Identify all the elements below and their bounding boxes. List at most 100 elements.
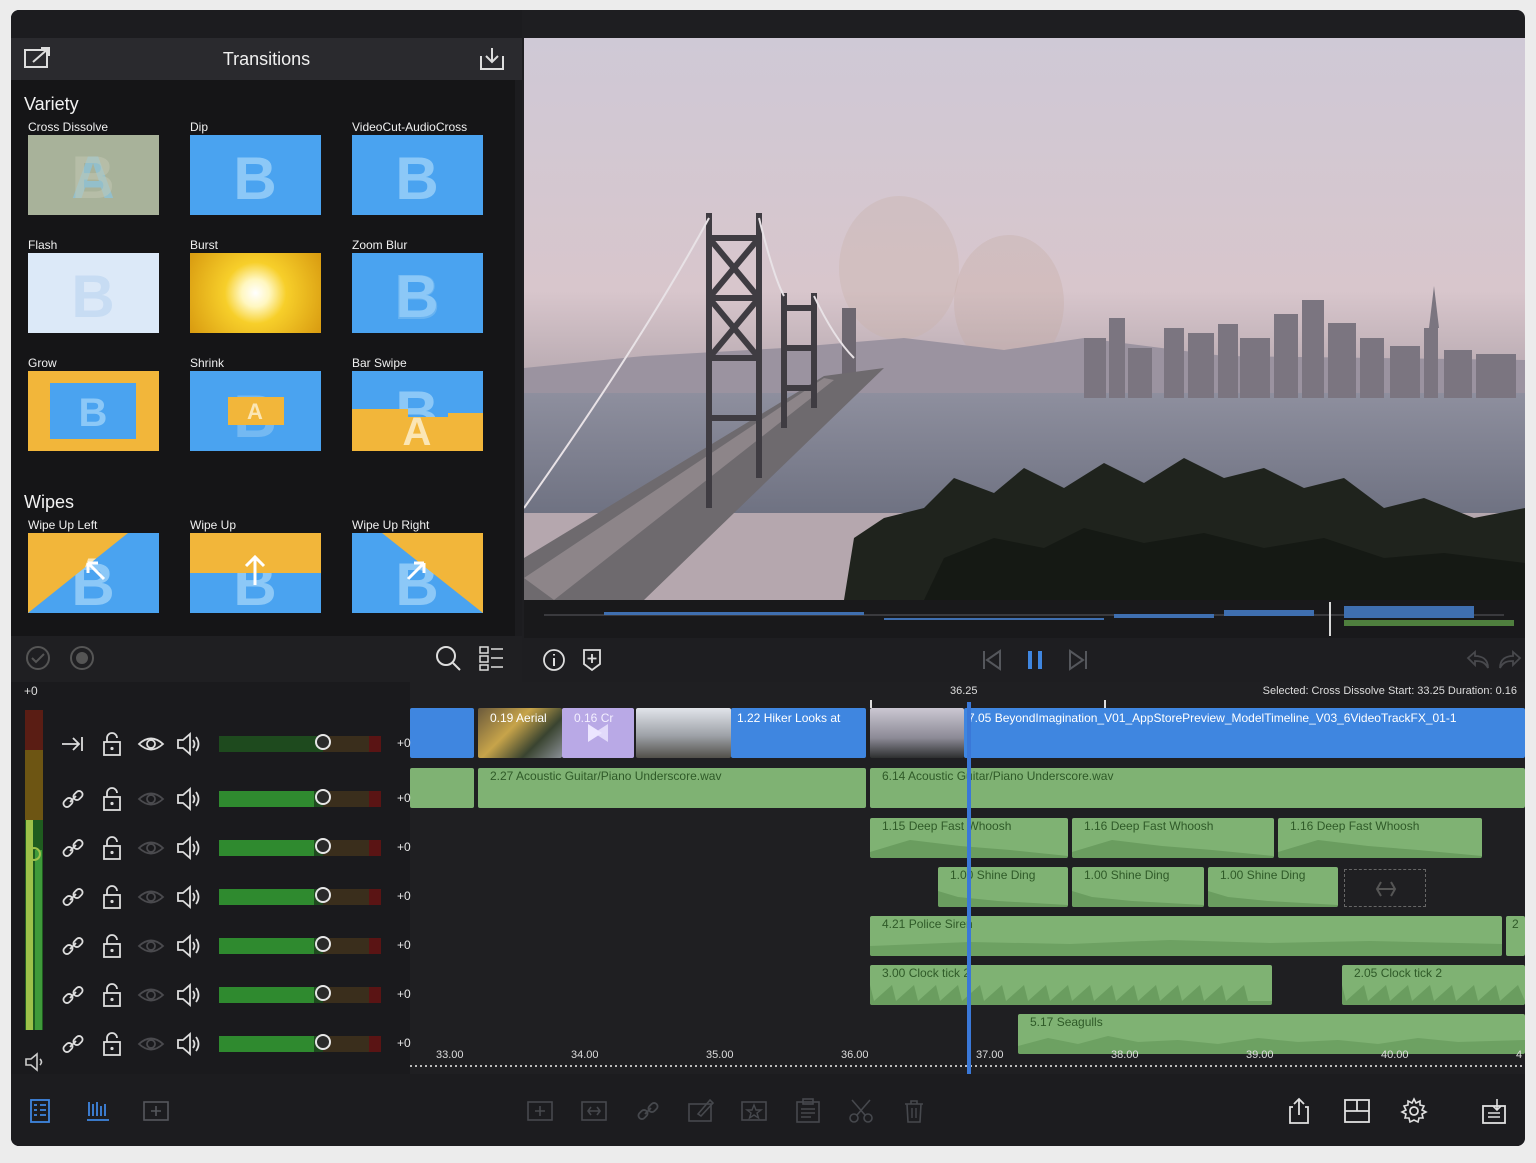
scissors-icon[interactable] xyxy=(846,1096,876,1126)
audio-clip-shine-ding-2[interactable]: 1.00 Shine Ding xyxy=(1072,867,1204,907)
track-list-icon[interactable] xyxy=(25,1096,55,1126)
empty-clip-slot[interactable] xyxy=(1344,869,1426,907)
video-clip-thumbnail[interactable] xyxy=(636,708,731,758)
fader-knob[interactable] xyxy=(315,838,331,854)
video-clip-bridge-thumbnail[interactable] xyxy=(870,708,964,758)
transition-clip-cross-dissolve[interactable]: 0.16 Cr xyxy=(562,708,634,758)
transition-videocut-audiocross[interactable]: VideoCut-AudioCross B xyxy=(352,120,484,215)
visibility-eye-icon[interactable] xyxy=(137,1030,165,1058)
layout-icon[interactable] xyxy=(1342,1096,1372,1126)
speaker-icon[interactable] xyxy=(175,730,203,758)
visibility-eye-icon[interactable] xyxy=(137,730,165,758)
pause-icon[interactable] xyxy=(1021,646,1049,674)
transition-cross-dissolve[interactable]: Cross Dissolve AB xyxy=(28,120,160,215)
audio-clip-police-siren-2[interactable]: 2 xyxy=(1506,916,1525,956)
visibility-eye-icon[interactable] xyxy=(137,785,165,813)
fader-knob[interactable] xyxy=(315,985,331,1001)
audio-clip-whoosh-2[interactable]: 1.16 Deep Fast Whoosh xyxy=(1072,818,1274,858)
visibility-eye-icon[interactable] xyxy=(137,932,165,960)
master-speaker-icon[interactable] xyxy=(23,1050,47,1074)
video-clip-hiker[interactable]: 1.22 Hiker Looks at xyxy=(731,708,866,758)
trash-icon[interactable] xyxy=(899,1096,929,1126)
volume-fader[interactable] xyxy=(219,1034,381,1052)
add-track-icon[interactable] xyxy=(141,1096,171,1126)
redo-icon[interactable] xyxy=(1496,646,1524,674)
link-icon[interactable] xyxy=(59,1030,87,1058)
audio-clip-shine-ding-1[interactable]: 1.00 Shine Ding xyxy=(938,867,1068,907)
favorite-clip-icon[interactable] xyxy=(739,1096,769,1126)
share-export-icon[interactable] xyxy=(1284,1096,1314,1126)
fader-knob[interactable] xyxy=(315,734,331,750)
import-icon[interactable] xyxy=(477,46,507,72)
add-clip-icon[interactable] xyxy=(525,1096,555,1126)
speaker-icon[interactable] xyxy=(175,981,203,1009)
transition-burst[interactable]: Burst xyxy=(190,238,322,333)
lock-icon[interactable] xyxy=(98,883,126,911)
settings-gear-icon[interactable] xyxy=(1399,1096,1429,1126)
video-clip-aerial[interactable]: 0.19 Aerial xyxy=(478,708,562,758)
volume-fader[interactable] xyxy=(219,734,381,752)
speaker-icon[interactable] xyxy=(175,883,203,911)
speaker-icon[interactable] xyxy=(175,932,203,960)
apply-checkmark-icon[interactable] xyxy=(24,644,52,672)
link-icon[interactable] xyxy=(59,785,87,813)
audio-clip-whoosh-3[interactable]: 1.16 Deep Fast Whoosh xyxy=(1278,818,1482,858)
search-icon[interactable] xyxy=(434,644,462,672)
playhead[interactable] xyxy=(967,702,971,1074)
lock-icon[interactable] xyxy=(98,1030,126,1058)
video-clip[interactable] xyxy=(410,708,474,758)
grid-view-icon[interactable] xyxy=(477,644,505,672)
link-icon[interactable] xyxy=(633,1096,663,1126)
audio-clip-acoustic-guitar-1[interactable]: 2.27 Acoustic Guitar/Piano Underscore.wa… xyxy=(478,768,866,808)
visibility-eye-icon[interactable] xyxy=(137,883,165,911)
volume-fader[interactable] xyxy=(219,985,381,1003)
speaker-icon[interactable] xyxy=(175,1030,203,1058)
link-icon[interactable] xyxy=(59,834,87,862)
volume-fader[interactable] xyxy=(219,838,381,856)
transition-wipe-up-right[interactable]: Wipe Up Right B xyxy=(352,518,484,613)
transition-flash[interactable]: Flash B xyxy=(28,238,160,333)
audio-clip-clock-tick-2[interactable]: 2.05 Clock tick 2 xyxy=(1342,965,1525,1005)
volume-fader[interactable] xyxy=(219,887,381,905)
timeline-overview-scrubber[interactable] xyxy=(524,600,1525,638)
insert-transition-icon[interactable] xyxy=(579,1096,609,1126)
waveform-view-icon[interactable] xyxy=(83,1096,113,1126)
link-icon[interactable] xyxy=(59,981,87,1009)
transition-shrink[interactable]: Shrink BA xyxy=(190,356,322,451)
record-icon[interactable] xyxy=(68,644,96,672)
lock-icon[interactable] xyxy=(98,932,126,960)
skip-back-icon[interactable] xyxy=(978,646,1006,674)
edit-clip-icon[interactable] xyxy=(686,1096,716,1126)
transition-zoom-blur[interactable]: Zoom Blur BB xyxy=(352,238,484,333)
transition-wipe-up[interactable]: Wipe Up B xyxy=(190,518,322,613)
lock-icon[interactable] xyxy=(98,834,126,862)
transition-dip[interactable]: Dip B xyxy=(190,120,322,215)
video-preview[interactable] xyxy=(524,38,1525,600)
fader-knob[interactable] xyxy=(315,936,331,952)
lock-icon[interactable] xyxy=(98,785,126,813)
fader-knob[interactable] xyxy=(315,1034,331,1050)
visibility-eye-icon[interactable] xyxy=(137,834,165,862)
audio-clip-clock-tick-1[interactable]: 3.00 Clock tick 2 xyxy=(870,965,1272,1005)
speaker-icon[interactable] xyxy=(175,785,203,813)
add-marker-icon[interactable] xyxy=(578,646,606,674)
transition-wipe-up-left[interactable]: Wipe Up Left BA xyxy=(28,518,160,613)
transition-bar-swipe[interactable]: Bar Swipe BA xyxy=(352,356,484,451)
speaker-icon[interactable] xyxy=(175,834,203,862)
timeline-tracks[interactable]: 36.25 Selected: Cross Dissolve Start: 33… xyxy=(410,682,1525,1074)
volume-fader[interactable] xyxy=(219,936,381,954)
audio-clip[interactable] xyxy=(410,768,474,808)
volume-fader[interactable] xyxy=(219,789,381,807)
info-icon[interactable] xyxy=(540,646,568,674)
audio-clip-police-siren[interactable]: 4.21 Police Siren xyxy=(870,916,1502,956)
lock-icon[interactable] xyxy=(98,981,126,1009)
audio-clip-shine-ding-3[interactable]: 1.00 Shine Ding xyxy=(1208,867,1338,907)
link-icon[interactable] xyxy=(59,932,87,960)
project-export-icon[interactable] xyxy=(1479,1096,1509,1126)
undo-icon[interactable] xyxy=(1464,646,1492,674)
link-icon[interactable] xyxy=(59,883,87,911)
skip-forward-icon[interactable] xyxy=(1064,646,1092,674)
fader-knob[interactable] xyxy=(315,887,331,903)
video-clip-beyond-imagination[interactable]: 7.05 BeyondImagination_V01_AppStorePrevi… xyxy=(964,708,1525,758)
visibility-eye-icon[interactable] xyxy=(137,981,165,1009)
